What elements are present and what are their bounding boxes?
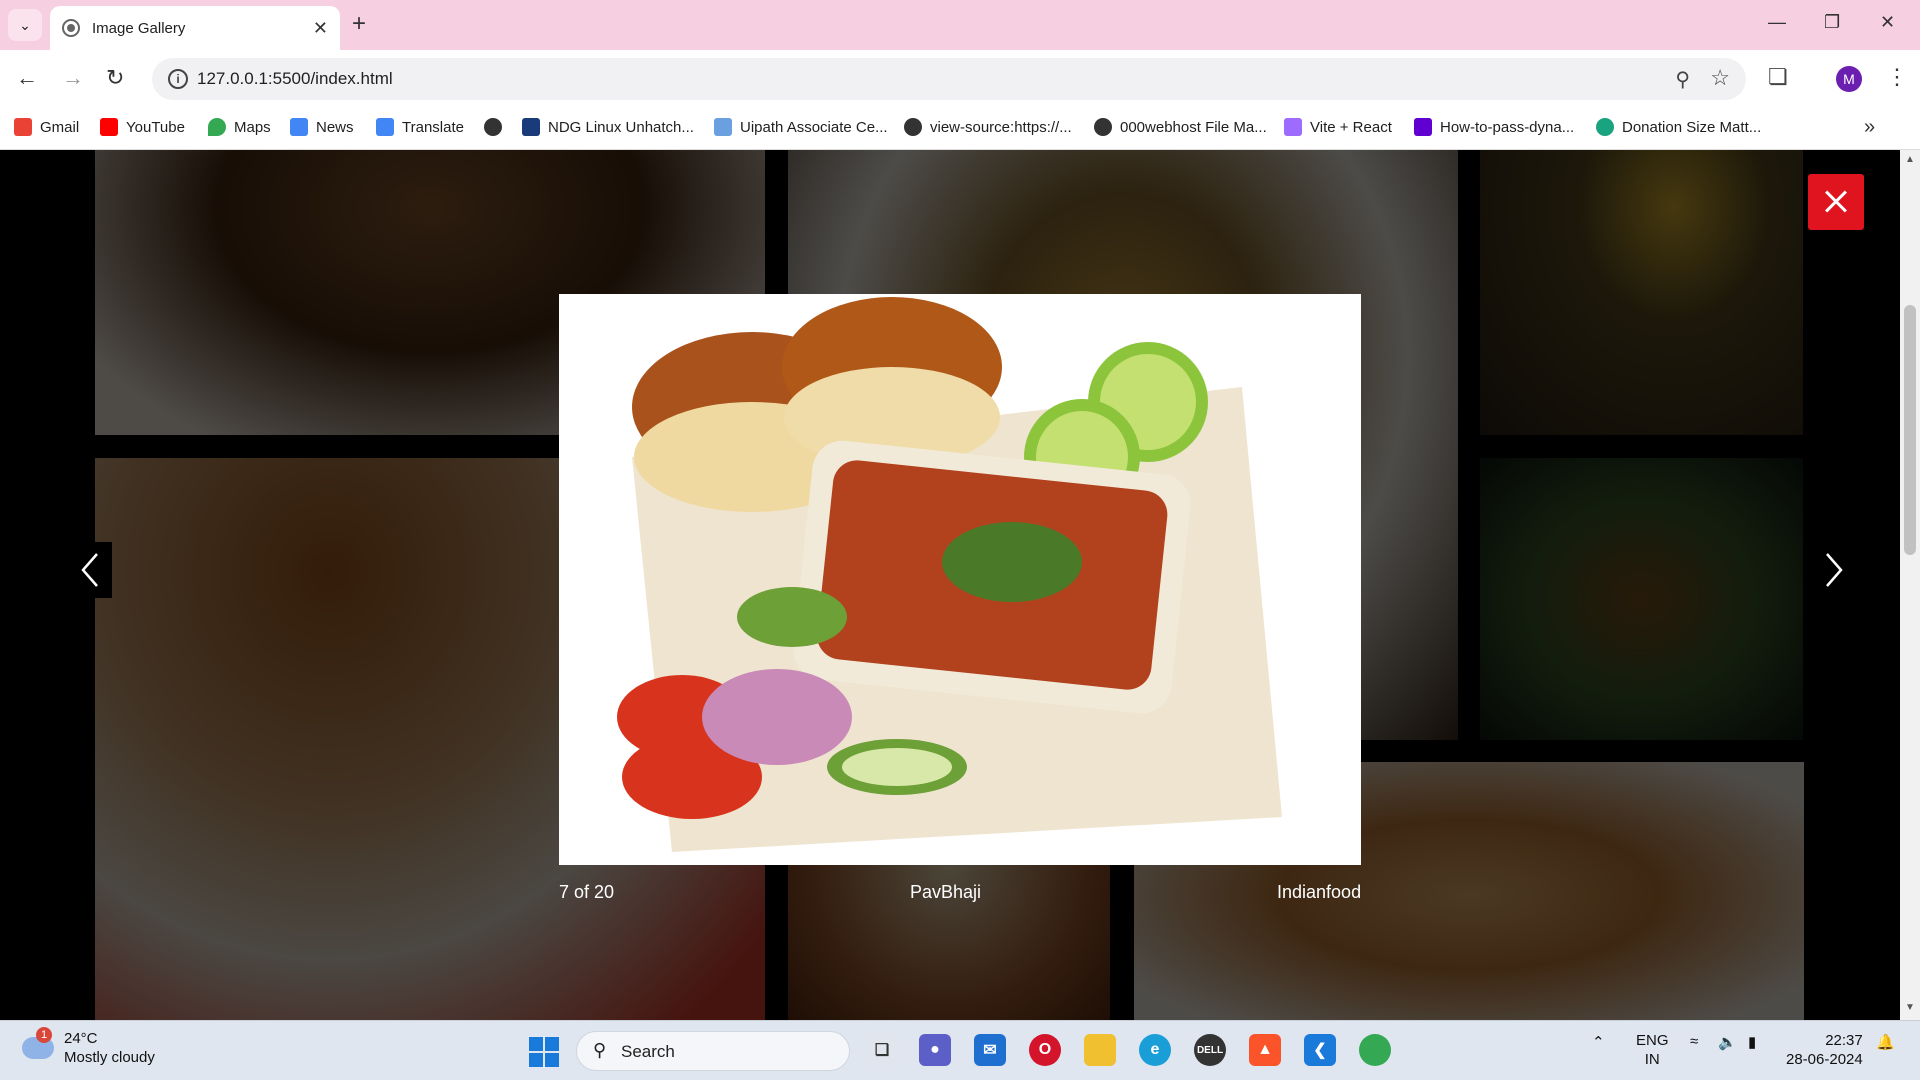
new-tab-button[interactable]: + <box>352 10 366 38</box>
image-category: Indianfood <box>1277 882 1362 902</box>
lightbox-image <box>559 294 1361 865</box>
language-indicator[interactable]: ENG IN <box>1636 1031 1669 1069</box>
chatgpt-icon <box>1596 118 1614 136</box>
opera-icon[interactable]: O <box>1029 1034 1061 1066</box>
lightbox-close-button[interactable] <box>1808 174 1864 230</box>
translate-icon <box>376 118 394 136</box>
bookmarks-bar: Gmail YouTube Maps News Translate NDG Li… <box>0 108 1920 150</box>
teams-icon[interactable]: ● <box>919 1034 951 1066</box>
brave-icon[interactable]: ▲ <box>1249 1034 1281 1066</box>
battery-icon[interactable]: ▮ <box>1748 1033 1756 1051</box>
bookmark-item[interactable]: Translate <box>376 118 464 136</box>
tab-strip: ⌄ Image Gallery ✕ + — ❐ ✕ <box>0 0 1920 50</box>
bookmark-item[interactable]: view-source:https://... <box>904 118 1072 136</box>
image-counter: 7 of 20 <box>559 882 615 902</box>
site-info-icon[interactable]: i <box>168 69 188 89</box>
file-explorer-icon[interactable] <box>1084 1034 1116 1066</box>
chevron-left-icon <box>81 553 98 587</box>
mail-icon[interactable]: ✉ <box>974 1034 1006 1066</box>
gmail-icon <box>14 118 32 136</box>
task-view-icon[interactable]: ❏ <box>866 1034 898 1066</box>
temperature: 24°C <box>64 1030 98 1047</box>
time: 22:37 <box>1825 1032 1863 1049</box>
search-icon: ⚲ <box>593 1040 607 1060</box>
extensions-icon[interactable]: ❏ <box>1768 64 1788 90</box>
chrome-icon[interactable] <box>1359 1034 1391 1066</box>
youtube-icon <box>100 118 118 136</box>
address-bar[interactable]: i 127.0.0.1:5500/index.html ⚲ ☆ <box>152 58 1746 100</box>
browser-tab[interactable]: Image Gallery ✕ <box>50 6 340 50</box>
vscode-icon[interactable]: ❮ <box>1304 1034 1336 1066</box>
taskbar-search[interactable]: ⚲ Search <box>576 1031 850 1071</box>
globe-icon <box>62 19 80 37</box>
forward-icon[interactable]: → <box>62 65 84 91</box>
weather-widget[interactable]: 1 24°C Mostly cloudy <box>22 1027 155 1067</box>
window-close-icon[interactable]: ✕ <box>1880 12 1895 33</box>
back-icon[interactable]: ← <box>16 65 38 91</box>
ndg-icon <box>522 118 540 136</box>
bookmark-item[interactable]: Vite + React <box>1284 118 1392 136</box>
windows-taskbar: 1 24°C Mostly cloudy ⚲ Search ❏ ● ✉ O e … <box>0 1020 1920 1080</box>
profile-avatar[interactable]: M <box>1836 66 1862 92</box>
restore-icon[interactable]: ❐ <box>1824 12 1840 33</box>
more-bookmarks-icon[interactable]: » <box>1864 116 1875 139</box>
browser-toolbar: ← → ↻ i 127.0.0.1:5500/index.html ⚲ ☆ <box>0 50 1920 108</box>
bookmark-item[interactable]: Uipath Associate Ce... <box>714 118 888 136</box>
tray-overflow-icon[interactable]: ⌃ <box>1592 1033 1605 1051</box>
previous-image-button[interactable] <box>68 542 112 598</box>
scroll-up-icon[interactable]: ▲ <box>1905 154 1915 165</box>
scroll-down-icon[interactable]: ▼ <box>1905 1002 1915 1013</box>
globe-icon <box>484 118 502 136</box>
chevron-down-icon: ⌄ <box>19 16 31 33</box>
search-label: Search <box>621 1042 675 1061</box>
globe-icon <box>1094 118 1112 136</box>
yahoo-icon <box>1414 118 1432 136</box>
cloud-icon: 1 <box>22 1027 54 1059</box>
minimize-icon[interactable]: — <box>1768 12 1786 33</box>
date: 28-06-2024 <box>1786 1051 1863 1068</box>
image-title: PavBhaji <box>910 882 982 902</box>
bookmark-item[interactable]: How-to-pass-dyna... <box>1414 118 1574 136</box>
maps-icon <box>208 118 226 136</box>
browser-menu-icon[interactable]: ⋮ <box>1886 64 1908 90</box>
wifi-icon[interactable]: ≈ <box>1690 1033 1698 1050</box>
zoom-icon[interactable]: ⚲ <box>1675 67 1690 92</box>
bookmark-item[interactable]: News <box>290 118 354 136</box>
clock[interactable]: 22:37 28-06-2024 <box>1786 1031 1863 1069</box>
bookmark-item[interactable]: 000webhost File Ma... <box>1094 118 1267 136</box>
weather-condition: Mostly cloudy <box>64 1049 155 1066</box>
chevron-right-icon <box>1826 553 1843 587</box>
notifications-icon[interactable]: 🔔 <box>1876 1033 1895 1051</box>
url-text[interactable]: 127.0.0.1:5500/index.html <box>197 69 393 89</box>
notification-badge: 1 <box>36 1027 52 1043</box>
start-button[interactable] <box>529 1037 559 1067</box>
bookmark-item[interactable] <box>484 118 510 136</box>
bookmark-item[interactable]: Maps <box>208 118 271 136</box>
bookmark-item[interactable]: NDG Linux Unhatch... <box>522 118 694 136</box>
page-scrollbar[interactable]: ▲ ▼ <box>1900 150 1920 1020</box>
globe-icon <box>904 118 922 136</box>
uipath-icon <box>714 118 732 136</box>
vite-icon <box>1284 118 1302 136</box>
volume-icon[interactable]: 🔈 <box>1718 1033 1737 1051</box>
edge-icon[interactable]: e <box>1139 1034 1171 1066</box>
bookmark-star-icon[interactable]: ☆ <box>1710 65 1730 91</box>
dell-icon[interactable]: DELL <box>1194 1034 1226 1066</box>
pav-bhaji-image <box>562 297 1358 862</box>
bookmark-item[interactable]: Donation Size Matt... <box>1596 118 1761 136</box>
next-image-button[interactable] <box>1812 542 1856 598</box>
bookmark-item[interactable]: YouTube <box>100 118 185 136</box>
tab-title: Image Gallery <box>92 19 186 37</box>
bookmark-item[interactable]: Gmail <box>14 118 79 136</box>
tab-search-button[interactable]: ⌄ <box>8 9 42 41</box>
tab-close-icon[interactable]: ✕ <box>313 18 328 39</box>
news-icon <box>290 118 308 136</box>
scroll-thumb[interactable] <box>1904 305 1916 555</box>
reload-icon[interactable]: ↻ <box>106 65 124 91</box>
